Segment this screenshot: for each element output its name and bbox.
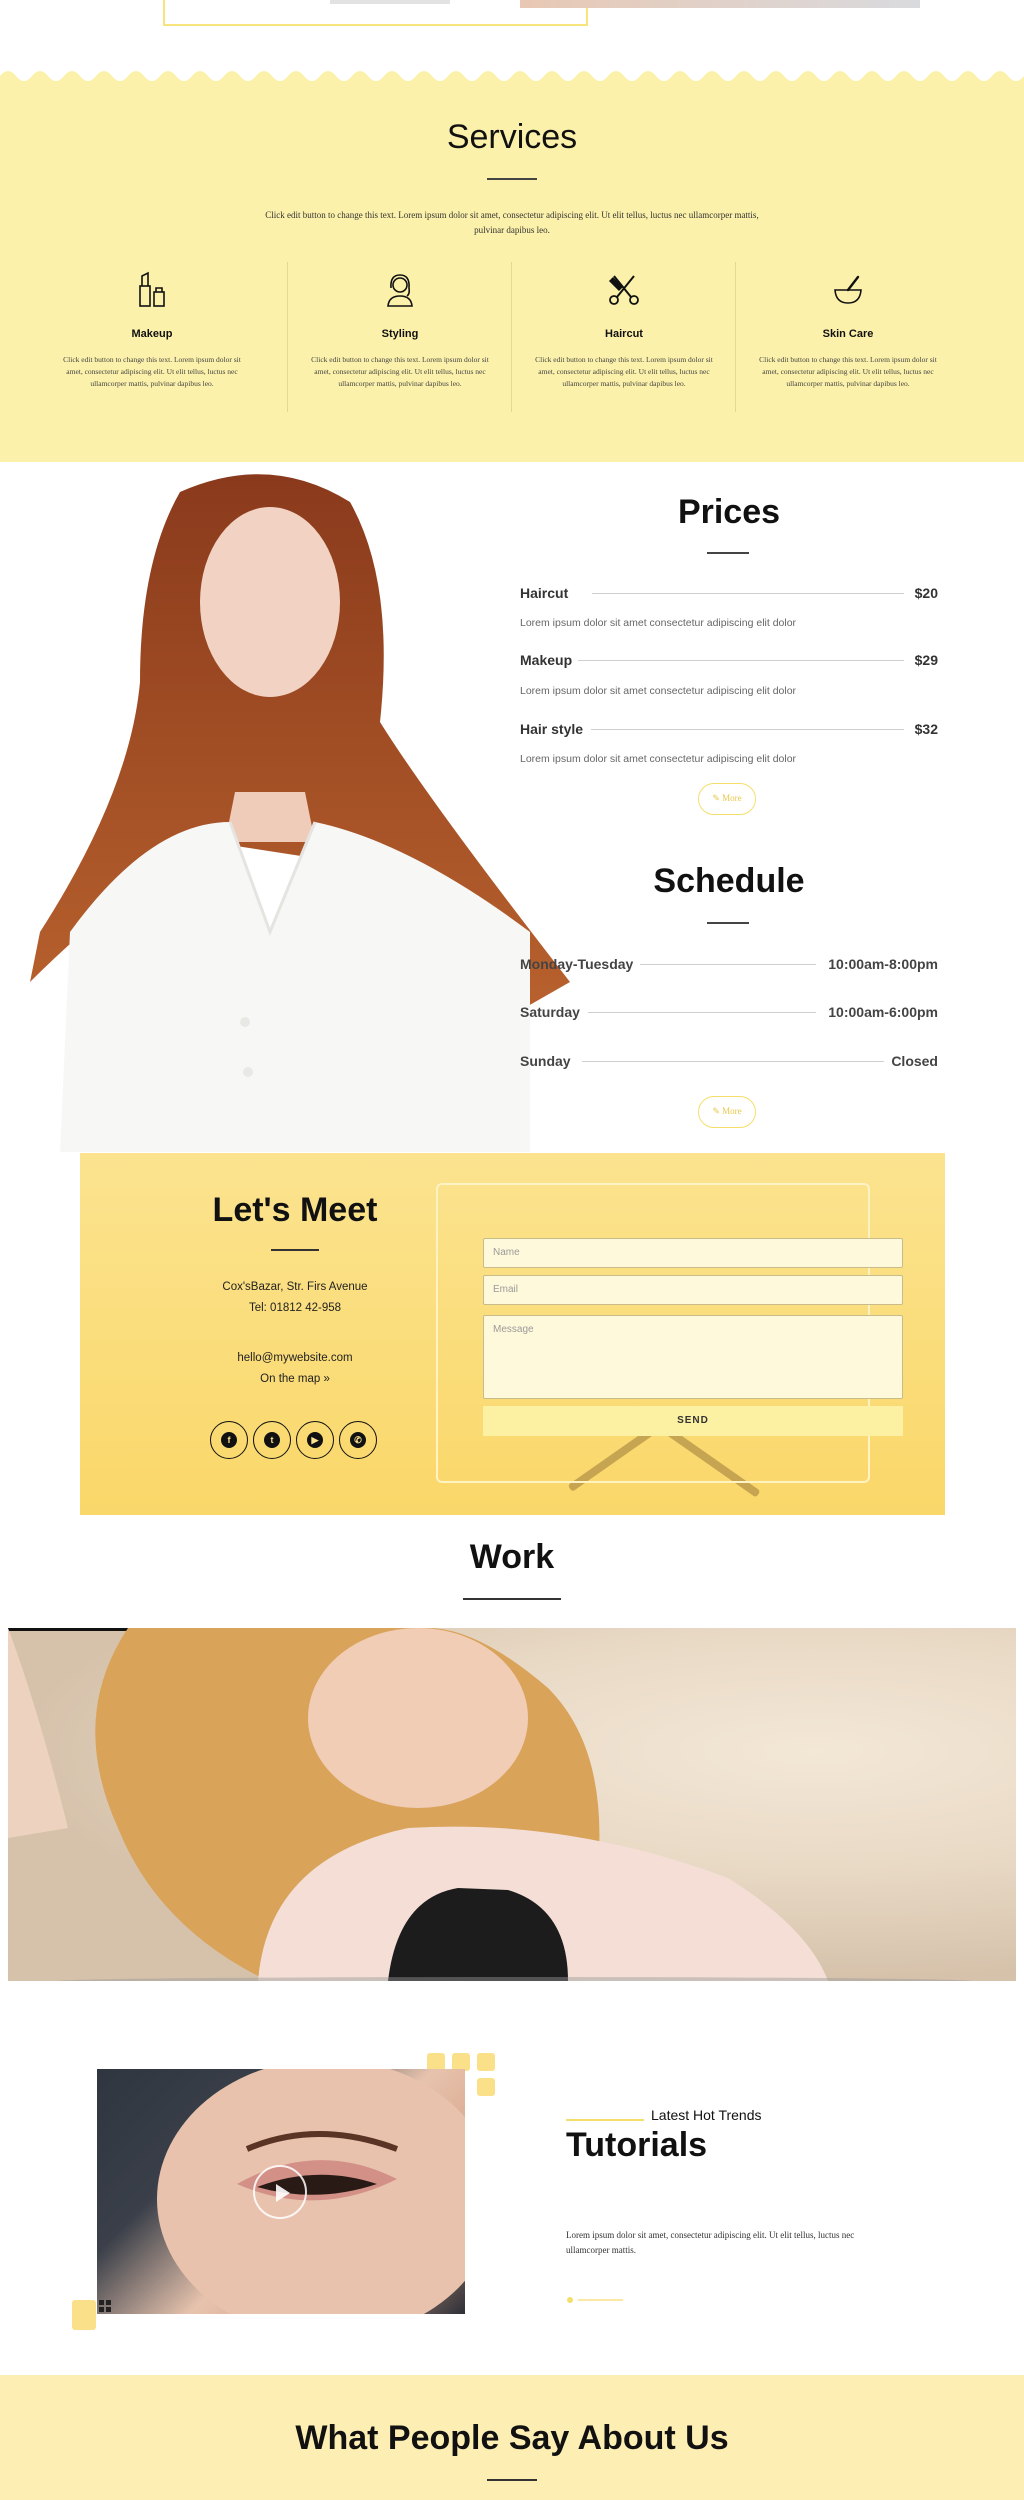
hero-bottom-strip xyxy=(0,0,1024,70)
work-gallery-slide[interactable] xyxy=(8,1628,1016,1981)
leader-line xyxy=(640,964,816,965)
service-name: Skin Care xyxy=(822,328,874,340)
price-value: $32 xyxy=(914,721,938,737)
play-icon[interactable] xyxy=(253,2165,307,2219)
services-lead: Click edit button to change this text. L… xyxy=(265,210,759,235)
testimonials-section: What People Say About Us xyxy=(0,2375,1024,2500)
message-field[interactable]: Message xyxy=(483,1315,903,1399)
youtube-icon[interactable]: ▶ xyxy=(296,1421,334,1459)
hero-image-fragment xyxy=(520,0,920,8)
title-underline xyxy=(463,1598,561,1600)
send-button[interactable]: SEND xyxy=(483,1406,903,1436)
price-desc: Lorem ipsum dolor sit amet consectetur a… xyxy=(520,753,797,765)
leader-line xyxy=(592,593,904,594)
service-card-styling: Styling Click edit button to change this… xyxy=(288,262,512,417)
price-value: $29 xyxy=(914,652,938,668)
decor-square xyxy=(477,2053,495,2071)
testimonials-title: What People Say About Us xyxy=(295,2419,729,2457)
model-photo xyxy=(30,474,570,1152)
woman-hair-icon xyxy=(387,274,413,307)
more-label: More xyxy=(722,793,742,803)
title-underline xyxy=(707,552,749,554)
service-card-haircut: Haircut Click edit button to change this… xyxy=(512,262,736,417)
services-section: Services Click edit button to change thi… xyxy=(0,66,1024,462)
prices-title: Prices xyxy=(677,493,781,531)
social-links: f t ▶ ✆ xyxy=(210,1421,385,1461)
service-desc: Click edit button to change this text. L… xyxy=(63,355,241,388)
mortar-pestle-icon xyxy=(834,275,862,304)
schedule-title: Schedule xyxy=(653,862,805,900)
schedule-day: Saturday xyxy=(520,1004,580,1020)
price-name: Haircut xyxy=(520,585,569,601)
service-card-makeup: Makeup Click edit button to change this … xyxy=(40,262,264,417)
wave-divider xyxy=(0,66,1024,81)
more-label: More xyxy=(722,1106,742,1116)
schedule-hours: Closed xyxy=(891,1053,938,1069)
schedule-more-button[interactable]: ✎ More xyxy=(698,1096,756,1128)
leader-line xyxy=(578,660,904,661)
tutorials-desc: Lorem ipsum dolor sit amet, consectetur … xyxy=(566,2230,855,2255)
price-value: $20 xyxy=(914,585,938,601)
facebook-icon[interactable]: f xyxy=(210,1421,248,1459)
hero-nav-fragment xyxy=(330,0,450,4)
decor-dots xyxy=(99,2300,111,2312)
title-underline xyxy=(487,178,537,180)
price-desc: Lorem ipsum dolor sit amet consectetur a… xyxy=(520,617,797,629)
leader-line xyxy=(582,1061,884,1062)
schedule-hours: 10:00am-6:00pm xyxy=(828,1004,938,1020)
service-name: Makeup xyxy=(131,328,173,340)
decor-bottle xyxy=(72,2300,96,2330)
schedule-day: Monday-Tuesday xyxy=(520,956,634,972)
twitter-icon[interactable]: t xyxy=(253,1421,291,1459)
schedule-day: Sunday xyxy=(520,1053,571,1069)
leader-line xyxy=(591,729,904,730)
price-name: Makeup xyxy=(520,652,573,668)
service-desc: Click edit button to change this text. L… xyxy=(759,355,937,388)
decor-square xyxy=(477,2078,495,2096)
carousel-dots[interactable] xyxy=(566,2296,626,2304)
services-title: Services xyxy=(446,118,578,156)
tutorials-subtitle: Latest Hot Trends xyxy=(651,2107,762,2123)
work-photo xyxy=(8,1628,828,1981)
service-card-skin-care: Skin Care Click edit button to change th… xyxy=(736,262,960,417)
service-name: Haircut xyxy=(605,328,643,340)
service-desc: Click edit button to change this text. L… xyxy=(535,355,713,388)
title-underline xyxy=(707,922,749,924)
title-underline xyxy=(271,1249,319,1251)
whatsapp-icon[interactable]: ✆ xyxy=(339,1421,377,1459)
leader-line xyxy=(588,1012,816,1013)
email-field[interactable]: Email xyxy=(483,1275,903,1305)
scissors-comb-icon xyxy=(608,275,639,305)
title-underline xyxy=(487,2479,537,2481)
tutorials-title: Tutorials xyxy=(566,2126,708,2164)
schedule-hours: 10:00am-8:00pm xyxy=(828,956,938,972)
subtitle-line xyxy=(566,2119,644,2121)
prices-more-button[interactable]: ✎ More xyxy=(698,783,756,815)
price-desc: Lorem ipsum dolor sit amet consectetur a… xyxy=(520,685,797,697)
work-title: Work xyxy=(469,1538,555,1576)
price-name: Hair style xyxy=(520,721,584,737)
service-name: Styling xyxy=(381,328,419,340)
lipstick-icon xyxy=(139,271,165,307)
slide-shadow xyxy=(58,1977,972,1981)
tutorial-video-thumbnail[interactable] xyxy=(97,2069,465,2314)
contact-section: Let's Meet Cox'sBazar, Str. Firs Avenue … xyxy=(80,1153,945,1515)
service-desc: Click edit button to change this text. L… xyxy=(311,355,489,388)
name-field[interactable]: Name xyxy=(483,1238,903,1268)
